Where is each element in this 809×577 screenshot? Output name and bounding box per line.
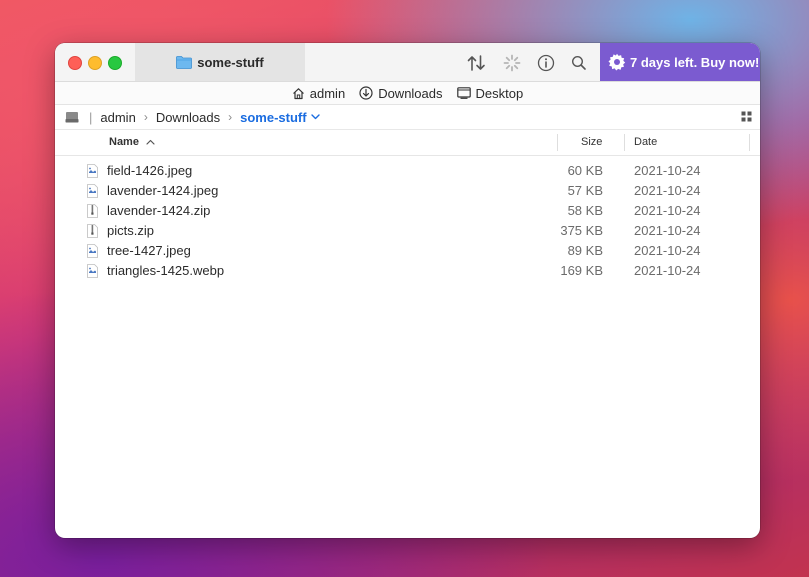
- column-size-header[interactable]: Size: [581, 136, 602, 148]
- favorite-label: admin: [309, 85, 346, 101]
- sort-arrows-icon: [467, 55, 485, 71]
- favorite-admin[interactable]: admin: [292, 86, 345, 101]
- breadcrumb-downloads[interactable]: Downloads: [156, 110, 220, 125]
- table-row[interactable]: triangles-1425.webp 169 KB 2021-10-24: [55, 261, 760, 281]
- home-icon: [292, 87, 304, 99]
- table-row[interactable]: picts.zip 375 KB 2021-10-24: [55, 221, 760, 241]
- spinner-icon: [503, 54, 521, 72]
- file-date: 2021-10-24: [634, 183, 701, 198]
- file-date: 2021-10-24: [634, 163, 701, 178]
- zip-file-icon: [87, 204, 98, 218]
- badge-icon: [608, 53, 626, 71]
- info-icon: [537, 54, 555, 72]
- table-row[interactable]: lavender-1424.jpeg 57 KB 2021-10-24: [55, 181, 760, 201]
- breadcrumb-current-folder[interactable]: some-stuff: [240, 109, 320, 125]
- file-date: 2021-10-24: [634, 243, 701, 258]
- download-icon: [359, 86, 373, 100]
- buy-now-button[interactable]: 7 days left. Buy now!: [600, 43, 760, 81]
- favorite-downloads[interactable]: Downloads: [359, 85, 443, 101]
- table-row[interactable]: field-1426.jpeg 60 KB 2021-10-24: [55, 161, 760, 181]
- desktop-icon: [456, 87, 471, 99]
- close-window-button[interactable]: [68, 56, 82, 70]
- breadcrumb-admin[interactable]: admin: [100, 110, 135, 125]
- image-file-icon: [87, 264, 98, 278]
- maximize-window-button[interactable]: [108, 56, 122, 70]
- column-name-header[interactable]: Name: [109, 136, 155, 148]
- column-divider[interactable]: [749, 134, 750, 151]
- file-manager-window: some-stuff 7 days left. Buy now! admin D…: [55, 43, 760, 538]
- file-size: 375 KB: [560, 223, 603, 238]
- column-divider[interactable]: [624, 134, 625, 151]
- current-folder-label: some-stuff: [240, 109, 307, 125]
- favorites-bar: admin Downloads Desktop: [55, 82, 760, 105]
- breadcrumb: | admin › Downloads › some-stuff: [55, 105, 760, 130]
- file-date: 2021-10-24: [634, 263, 701, 278]
- disk-icon[interactable]: [65, 111, 79, 123]
- column-divider[interactable]: [557, 134, 558, 151]
- buy-now-label: 7 days left. Buy now!: [630, 54, 760, 70]
- breadcrumb-separator: |: [89, 109, 93, 125]
- chevron-right-icon: ›: [228, 110, 233, 124]
- file-name: lavender-1424.jpeg: [107, 183, 219, 198]
- chevron-down-icon: [310, 114, 320, 120]
- sort-button[interactable]: [466, 53, 486, 73]
- title-bar: some-stuff 7 days left. Buy now!: [55, 43, 760, 82]
- file-name: tree-1427.jpeg: [107, 243, 191, 258]
- file-name: picts.zip: [107, 223, 154, 238]
- file-size: 58 KB: [567, 203, 603, 218]
- file-list: field-1426.jpeg 60 KB 2021-10-24 lavender-1…: [55, 161, 760, 281]
- grid-view-icon[interactable]: [741, 111, 752, 122]
- chevron-right-icon: ›: [143, 110, 148, 124]
- favorite-desktop[interactable]: Desktop: [456, 85, 524, 101]
- table-row[interactable]: lavender-1424.zip 58 KB 2021-10-24: [55, 201, 760, 221]
- file-date: 2021-10-24: [634, 223, 701, 238]
- file-size: 57 KB: [567, 183, 603, 198]
- image-file-icon: [87, 164, 98, 178]
- file-size: 60 KB: [567, 163, 603, 178]
- file-name: field-1426.jpeg: [107, 163, 193, 178]
- file-size: 169 KB: [560, 263, 603, 278]
- chevron-up-icon: [146, 139, 155, 145]
- column-header: Name Size Date: [55, 130, 760, 156]
- file-name: triangles-1425.webp: [107, 263, 225, 278]
- column-date-header[interactable]: Date: [634, 136, 657, 148]
- favorite-label: Desktop: [475, 85, 524, 101]
- search-icon: [571, 55, 586, 70]
- info-button[interactable]: [536, 53, 556, 73]
- activity-button[interactable]: [502, 53, 522, 73]
- minimize-window-button[interactable]: [88, 56, 102, 70]
- search-button[interactable]: [569, 53, 589, 73]
- column-name-label: Name: [109, 136, 139, 148]
- favorite-label: Downloads: [378, 85, 443, 101]
- file-size: 89 KB: [567, 243, 603, 258]
- tab-some-stuff[interactable]: some-stuff: [135, 43, 305, 81]
- file-date: 2021-10-24: [634, 203, 701, 218]
- image-file-icon: [87, 244, 98, 258]
- table-row[interactable]: tree-1427.jpeg 89 KB 2021-10-24: [55, 241, 760, 261]
- file-name: lavender-1424.zip: [107, 203, 211, 218]
- image-file-icon: [87, 184, 98, 198]
- zip-file-icon: [87, 224, 98, 238]
- tab-title: some-stuff: [197, 54, 264, 70]
- folder-icon: [176, 55, 193, 69]
